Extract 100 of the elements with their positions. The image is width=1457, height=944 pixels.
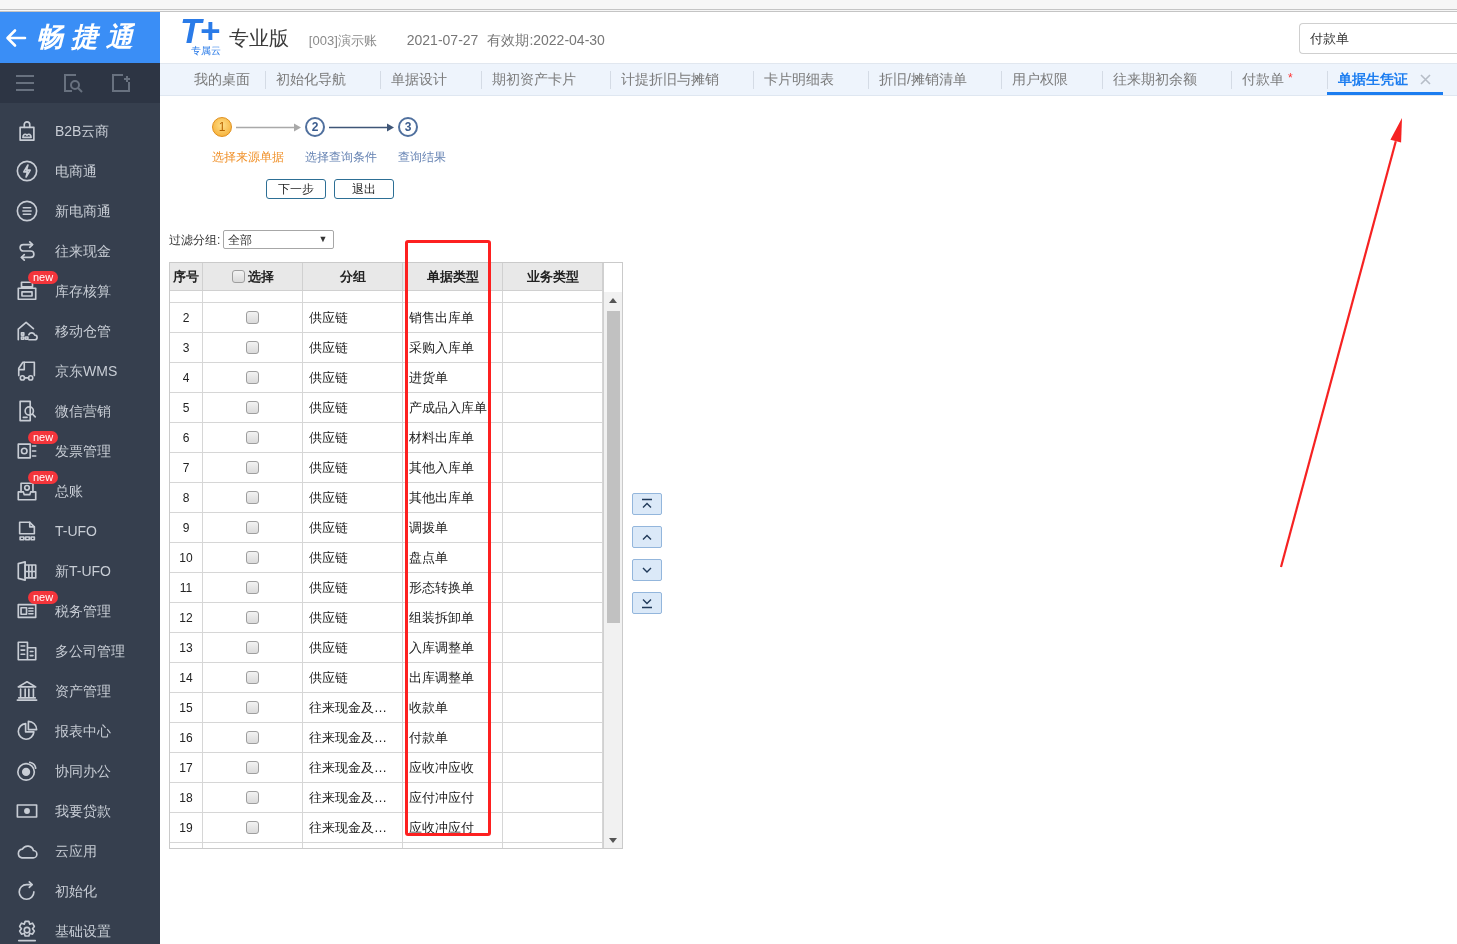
scroll-up-icon[interactable]	[609, 298, 617, 303]
caret-icon: ▼	[318, 232, 328, 247]
row-checkbox[interactable]	[246, 551, 259, 564]
sidebar-item[interactable]: 移动仓管	[0, 311, 160, 351]
table-cell: 13	[170, 633, 203, 662]
table-cell: 8	[170, 483, 203, 512]
buildings-icon	[16, 640, 38, 662]
sidebar-item[interactable]: 新电商通	[0, 191, 160, 231]
group-dropdown[interactable]: 全部 ▼	[223, 230, 335, 249]
row-checkbox[interactable]	[246, 461, 259, 474]
table-cell: 供应链	[303, 483, 403, 512]
table-cell: 应收冲应收	[403, 753, 503, 782]
add-icon[interactable]	[111, 73, 131, 93]
sidebar-item[interactable]: 基础设置	[0, 911, 160, 944]
row-checkbox[interactable]	[246, 701, 259, 714]
row-checkbox[interactable]	[246, 371, 259, 384]
table-cell: 往来现金及…	[303, 783, 403, 812]
scroll-down-icon[interactable]	[609, 838, 617, 843]
sidebar-item[interactable]: 京东WMS	[0, 351, 160, 391]
table-cell: 10	[170, 543, 203, 572]
table-cell: 盘点单	[403, 543, 503, 572]
column-header: 分组	[303, 263, 403, 290]
row-checkbox[interactable]	[246, 521, 259, 534]
select-all-checkbox[interactable]	[231, 270, 245, 283]
row-checkbox[interactable]	[246, 731, 259, 744]
step-label: 查询结果	[398, 149, 446, 165]
table-cell: 出库调整单	[403, 663, 503, 692]
sidebar-item[interactable]: 我要贷款	[0, 791, 160, 831]
table-cell: 9	[170, 513, 203, 542]
filter-label: 过滤分组:	[169, 231, 221, 249]
row-checkbox[interactable]	[246, 431, 259, 444]
sidebar-item[interactable]: 协同办公	[0, 751, 160, 791]
circle-lines-icon	[16, 200, 38, 222]
row-checkbox[interactable]	[246, 671, 259, 684]
row-checkbox[interactable]	[246, 311, 259, 324]
table-cell: 入库调整单	[403, 633, 503, 662]
step-number: 3	[398, 117, 418, 137]
account-label: [003]演示账	[308, 31, 377, 50]
row-checkbox[interactable]	[246, 491, 259, 504]
truck-icon	[16, 360, 38, 382]
back-arrow-icon[interactable]	[5, 26, 27, 49]
table-cell: 调拨单	[403, 513, 503, 542]
sidebar-item[interactable]: B2B云商	[0, 111, 160, 151]
menu-icon[interactable]	[15, 73, 35, 93]
sidebar-item[interactable]: 税务管理 new	[0, 591, 160, 631]
scroll-thumb[interactable]	[606, 311, 620, 623]
invoice-icon	[16, 440, 38, 462]
logo-mark: T+	[180, 16, 219, 45]
sidebar-item[interactable]: 发票管理 new	[0, 431, 160, 471]
table-cell: 收款单	[403, 693, 503, 722]
chevron-up-line-icon	[639, 498, 655, 510]
tab[interactable]: 我的桌面	[183, 64, 265, 95]
warehouse-cloud-icon	[16, 320, 38, 342]
sidebar-item[interactable]: 报表中心	[0, 711, 160, 751]
table-cell: 供应链	[303, 423, 403, 452]
row-checkbox[interactable]	[246, 611, 259, 624]
new-badge: new	[28, 271, 59, 284]
search-field[interactable]: 付款单	[1299, 23, 1457, 54]
arrow-right-icon	[329, 122, 394, 132]
sidebar-item[interactable]: 电商通	[0, 151, 160, 191]
step-label: 选择来源单据	[212, 149, 285, 165]
sidebar-item[interactable]: 库存核算 new	[0, 271, 160, 311]
row-checkbox[interactable]	[246, 401, 259, 414]
move-to-bottom-button[interactable]	[632, 592, 662, 614]
row-checkbox[interactable]	[246, 761, 259, 774]
table-cell: 6	[170, 423, 203, 452]
row-checkbox[interactable]	[246, 341, 259, 354]
sidebar-item[interactable]: T-UFO	[0, 511, 160, 551]
chevron-down-line-icon	[639, 597, 655, 609]
row-checkbox[interactable]	[246, 791, 259, 804]
step-number: 2	[305, 117, 325, 137]
sidebar-item[interactable]: 总账 new	[0, 471, 160, 511]
drawer-icon	[16, 280, 38, 302]
table-cell: 应付冲应付	[403, 783, 503, 812]
sidebar-item[interactable]: 往来现金	[0, 231, 160, 271]
new-badge: new	[28, 591, 59, 604]
sidebar-item[interactable]: 资产管理	[0, 671, 160, 711]
sidebar-item[interactable]: 初始化	[0, 871, 160, 911]
sidebar-item[interactable]: 微信营销	[0, 391, 160, 431]
table-cell: 供应链	[303, 543, 403, 572]
sidebar-item[interactable]: 新T-UFO	[0, 551, 160, 591]
row-checkbox[interactable]	[246, 821, 259, 834]
row-checkbox[interactable]	[246, 581, 259, 594]
table-cell: 供应链	[303, 303, 403, 332]
tray-box-icon	[16, 480, 38, 502]
table-cell: 供应链	[303, 333, 403, 362]
move-to-top-button[interactable]	[632, 493, 662, 515]
move-up-button[interactable]	[632, 526, 662, 548]
move-down-button[interactable]	[632, 559, 662, 581]
grid-panel-icon	[16, 560, 38, 582]
pie-chart-icon	[16, 720, 38, 742]
document-icon	[16, 520, 38, 542]
sidebar-item[interactable]: 云应用	[0, 831, 160, 871]
column-header: 业务类型	[503, 263, 603, 290]
sidebar-item[interactable]: 多公司管理	[0, 631, 160, 671]
row-checkbox[interactable]	[246, 641, 259, 654]
wizard-button[interactable]: 退出	[334, 179, 394, 199]
search-icon[interactable]	[63, 73, 83, 93]
wizard-button[interactable]: 下一步	[266, 179, 326, 199]
close-icon[interactable]	[1419, 74, 1431, 85]
